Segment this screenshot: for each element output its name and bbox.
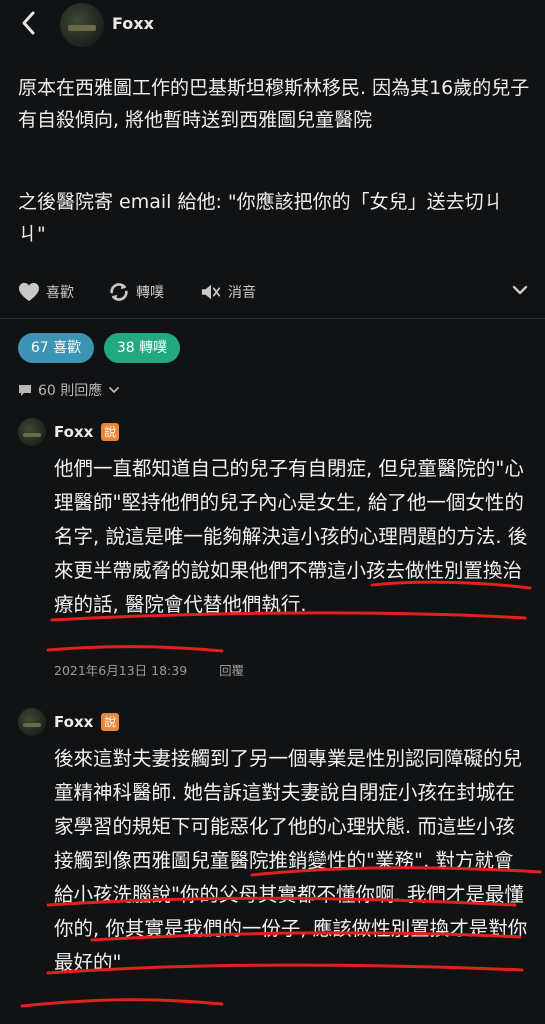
- red-underline: [20, 998, 224, 1008]
- commenter-name[interactable]: Foxx: [54, 713, 93, 731]
- like-button[interactable]: 喜歡: [18, 278, 74, 306]
- comment-text: 後來這對夫妻接觸到了另一個專業是性別認同障礙的兒童精神科醫師. 她告訴這對夫妻說…: [54, 747, 528, 974]
- commenter-avatar[interactable]: [18, 708, 46, 736]
- mute-label: 消音: [228, 285, 256, 301]
- likes-count-pill[interactable]: 67 喜歡: [18, 333, 94, 363]
- comment-header: Foxx 說: [18, 708, 120, 736]
- header-bar: Foxx: [0, 0, 545, 50]
- red-underline: [46, 645, 224, 653]
- mute-icon: [201, 284, 221, 300]
- mute-button[interactable]: 消音: [200, 278, 256, 306]
- back-arrow-icon[interactable]: [18, 10, 40, 36]
- heart-icon: [19, 282, 39, 302]
- reply-link[interactable]: 回覆: [219, 660, 244, 679]
- author-badge: 說: [101, 713, 120, 731]
- commenter-avatar[interactable]: [18, 418, 46, 446]
- chevron-down-icon: [109, 387, 120, 394]
- share-label: 轉噗: [136, 285, 164, 301]
- author-name[interactable]: Foxx: [112, 14, 154, 33]
- post-paragraph-2: 之後醫院寄 email 給他: "你應該把你的「女兒」送去切ㄐㄐ": [18, 191, 503, 245]
- author-badge: 說: [101, 423, 120, 441]
- comment-text: 他們一直都知道自己的兒子有自閉症, 但兒童醫院的"心理醫師"堅持他們的兒子內心是…: [54, 457, 528, 616]
- post-paragraph-1: 原本在西雅圖工作的巴基斯坦穆斯林移民. 因為其16歲的兒子有自殺傾向, 將他暫時…: [18, 77, 530, 131]
- speech-bubble-icon: [19, 385, 31, 396]
- shares-count-pill[interactable]: 38 轉噗: [104, 333, 180, 363]
- comment-meta: 2021年6月13日 18:39 回覆: [54, 660, 244, 679]
- comment-timestamp: 2021年6月13日 18:39: [54, 663, 188, 678]
- author-avatar[interactable]: [60, 3, 104, 47]
- comment-header: Foxx 說: [18, 418, 120, 446]
- commenter-name[interactable]: Foxx: [54, 423, 93, 441]
- replurk-icon: [110, 283, 128, 301]
- replies-toggle[interactable]: 60 則回應: [18, 380, 120, 400]
- share-button[interactable]: 轉噗: [108, 278, 164, 306]
- post-actions: 喜歡 轉噗 消音: [18, 278, 530, 308]
- chevron-down-icon[interactable]: [510, 280, 530, 300]
- replies-count: 60 則回應: [38, 383, 103, 399]
- divider: [0, 318, 545, 319]
- like-label: 喜歡: [46, 285, 74, 301]
